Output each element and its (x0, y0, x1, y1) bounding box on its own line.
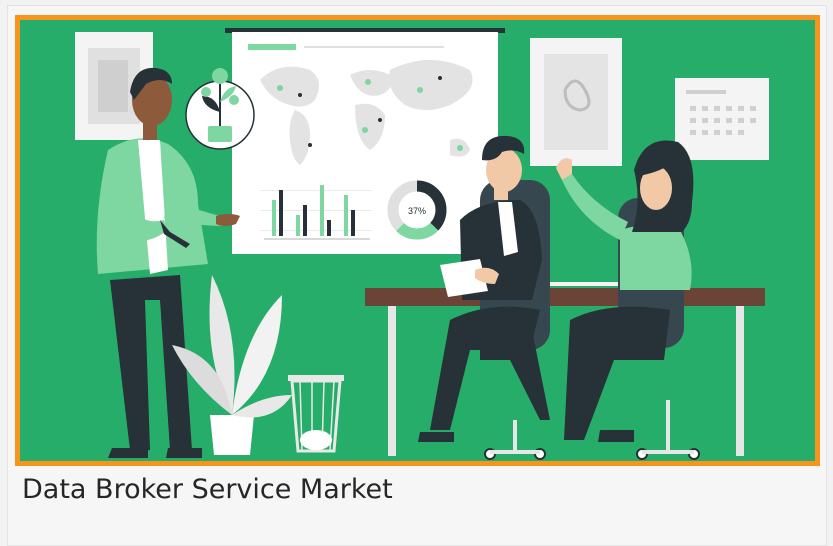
wastebasket (288, 375, 344, 453)
meeting-illustration: 37% (75, 28, 769, 460)
article-title[interactable]: Data Broker Service Market (22, 474, 393, 505)
wall-picture-right (530, 38, 622, 166)
donut-percent-label: 37% (408, 206, 426, 216)
article-image[interactable]: 37% (15, 15, 820, 466)
wall-calendar (675, 78, 769, 160)
